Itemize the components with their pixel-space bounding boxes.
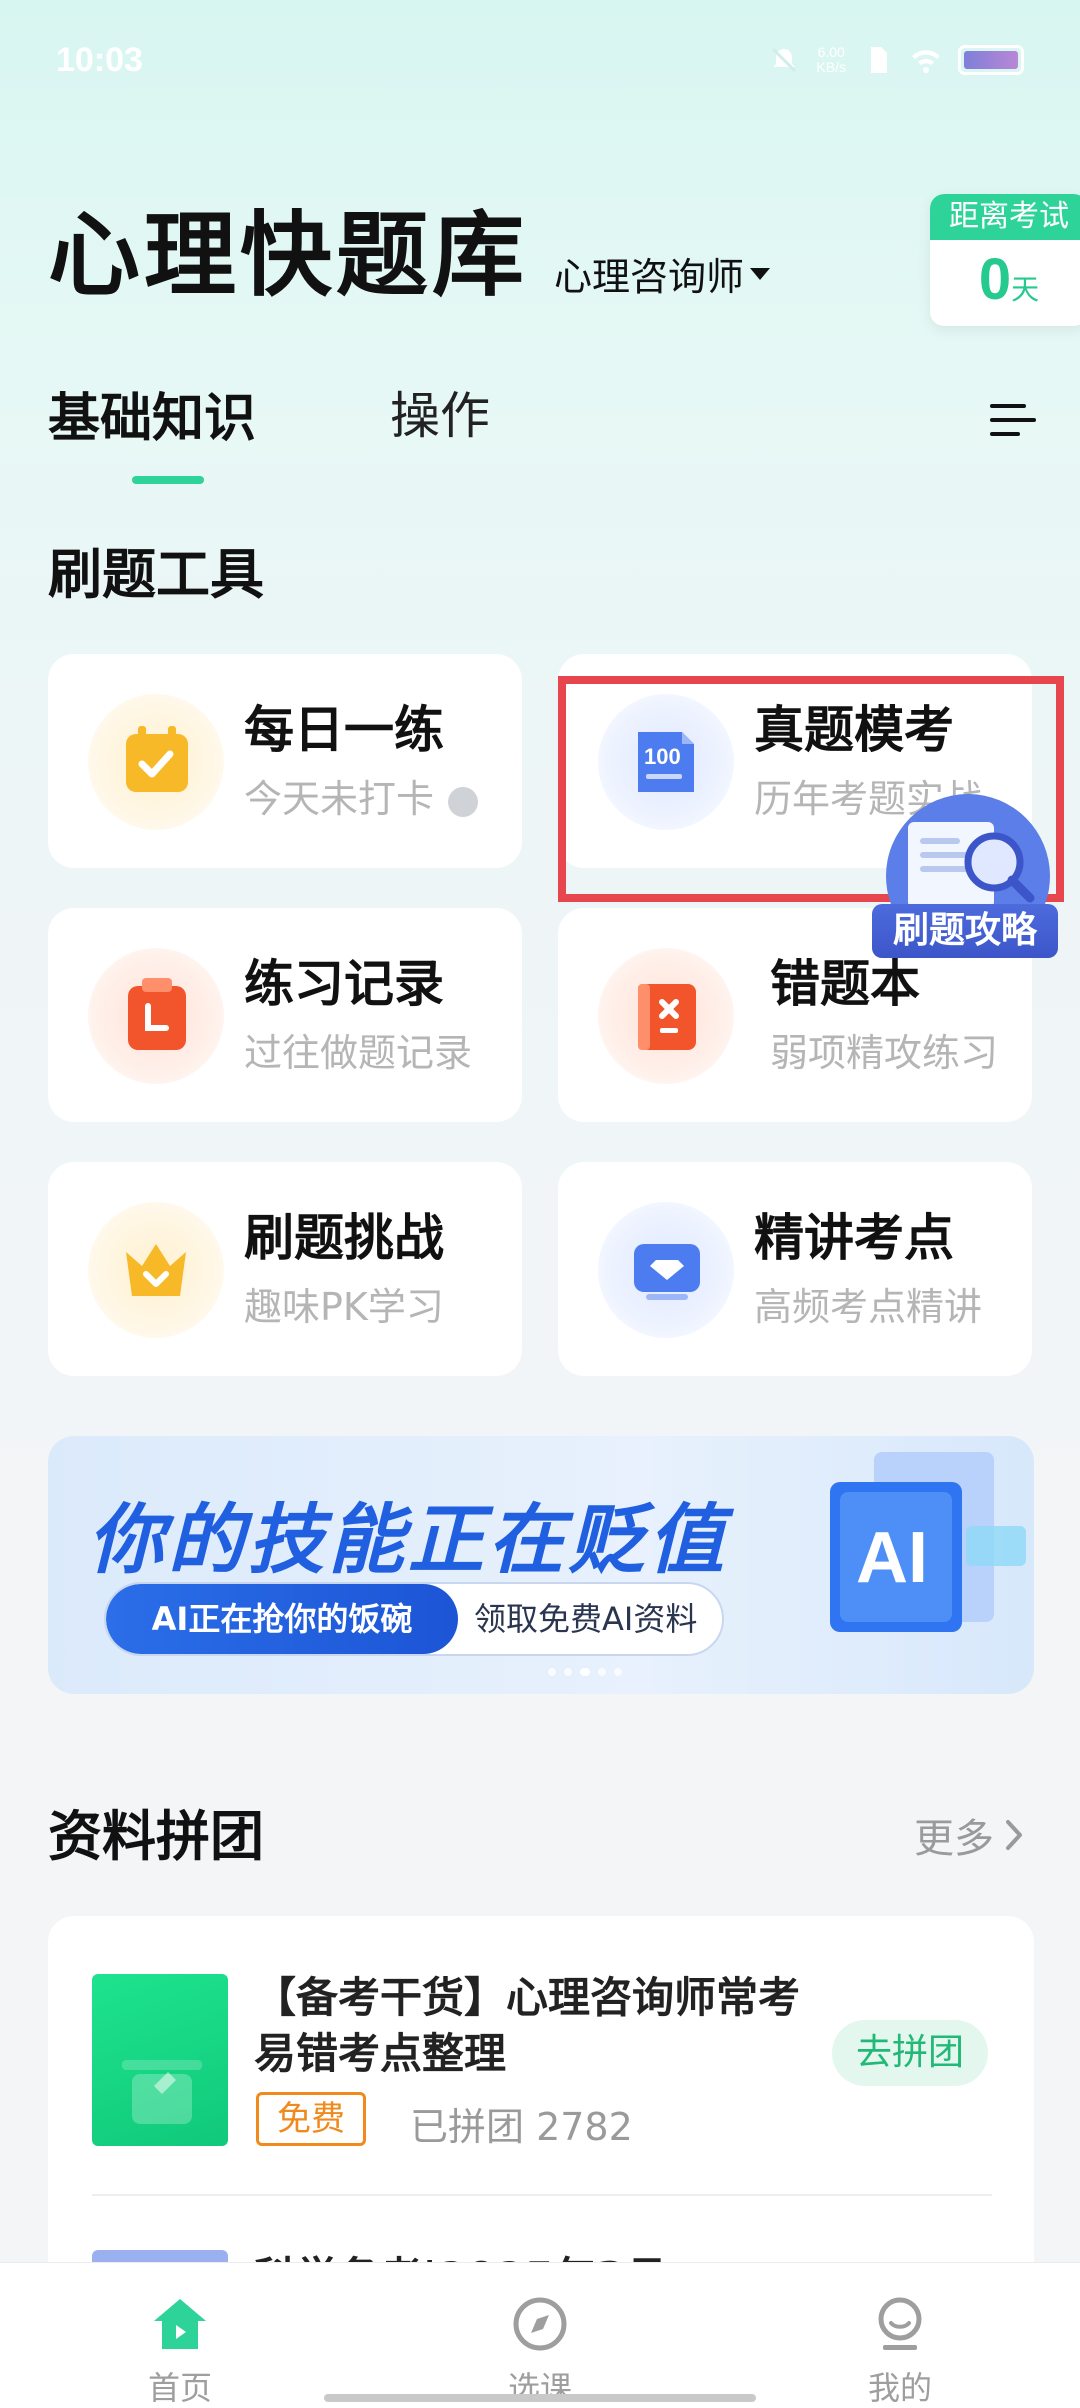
record-icon: [128, 978, 186, 1050]
tool-subtitle: 弱项精攻练习: [770, 1031, 999, 1075]
list-divider: [92, 2194, 992, 2196]
join-group-button[interactable]: 去拼团: [832, 2020, 988, 2086]
tool-icon-bg: [598, 1202, 734, 1338]
ai-cube-art: AI: [830, 1452, 1026, 1632]
material-title[interactable]: 【备考干货】心理咨询师常考易错考点整理: [254, 1970, 814, 2082]
free-tag: 免费: [256, 2092, 366, 2146]
countdown-value: 0天: [930, 246, 1080, 313]
tool-name: 精讲考点: [754, 1209, 954, 1267]
exam-type-label: 心理咨询师: [554, 255, 745, 299]
tool-daily-practice[interactable]: 每日一练 今天未打卡: [48, 654, 522, 868]
countdown-unit: 天: [1011, 273, 1040, 306]
banner-pill[interactable]: AI正在抢你的饭碗 领取免费AI资料: [104, 1582, 724, 1656]
ai-art-text: AI: [856, 1518, 928, 1598]
status-icons: 6.00 KB/s: [768, 44, 1024, 76]
pagination-dot: [598, 1668, 606, 1676]
sad-face-icon: [448, 786, 479, 817]
pagination-dot-active: [580, 1668, 590, 1676]
more-label: 更多: [914, 1816, 994, 1862]
countdown-label: 距离考试: [930, 194, 1080, 240]
tab-operation[interactable]: 操作: [390, 376, 490, 448]
joined-count: 已拼团 2782: [410, 2105, 633, 2149]
dropdown-arrow-icon: [750, 267, 771, 280]
exam-type-selector[interactable]: 心理咨询师: [554, 246, 771, 301]
tool-subtitle: 趣味PK学习: [244, 1285, 444, 1329]
tab-basic-knowledge[interactable]: 基础知识: [48, 376, 256, 451]
tool-quiz-challenge[interactable]: 刷题挑战 趣味PK学习: [48, 1162, 522, 1376]
exam-countdown[interactable]: 距离考试 0天: [930, 194, 1080, 326]
promo-banner[interactable]: AI 你的技能正在贬值 AI正在抢你的饭碗 领取免费AI资料: [48, 1436, 1034, 1694]
tab-course-selection[interactable]: 选课: [460, 2295, 620, 2408]
tool-name: 刷题挑战: [244, 1209, 444, 1267]
tool-icon-bg: [88, 694, 224, 830]
chevron-right-icon: [1006, 1820, 1022, 1850]
home-indicator: [324, 2394, 756, 2402]
net-speed-value: 6.00: [817, 44, 845, 60]
tool-name: 每日一练: [244, 701, 444, 759]
group-buy-header: 资料拼团 更多: [48, 1792, 1034, 1872]
wrong-book-icon: [638, 984, 696, 1050]
net-speed: 6.00 KB/s: [816, 45, 846, 75]
calendar-check-icon: [126, 726, 188, 792]
banner-pagination: [548, 1668, 622, 1676]
wifi-icon: [912, 50, 940, 73]
sim-card-icon: [871, 47, 887, 73]
app-header: 心理快题库 心理咨询师 距离考试 0天: [48, 194, 1080, 326]
group-buy-list: 【备考干货】心理咨询师常考易错考点整理 免费 已拼团 2782 去拼团 科学备考…: [48, 1916, 1034, 2296]
net-speed-unit: KB/s: [816, 59, 846, 75]
quiz-strategy-badge[interactable]: 刷题攻略: [872, 788, 1058, 964]
active-tab-indicator: [132, 476, 204, 484]
tool-name: 练习记录: [244, 955, 444, 1013]
pen-book-icon: [122, 2060, 202, 2124]
battery-level: [964, 51, 1018, 69]
tool-practice-record[interactable]: 练习记录 过往做题记录: [48, 908, 522, 1122]
tab-profile[interactable]: 我的: [820, 2295, 980, 2408]
tool-subtitle-text: 今天未打卡: [244, 777, 435, 821]
menu-icon[interactable]: [988, 398, 1038, 442]
tab-home[interactable]: 首页: [100, 2295, 260, 2408]
tool-subtitle: 今天未打卡: [244, 768, 479, 823]
diamond-screen-icon: [634, 1244, 700, 1300]
bottom-tab-bar: 首页 选课 我的: [0, 2262, 1080, 2408]
mute-bell-icon: [772, 47, 797, 73]
tool-key-points-lecture[interactable]: 精讲考点 高频考点精讲: [558, 1162, 1032, 1376]
subject-tabs: 基础知识 操作: [48, 376, 1038, 486]
tab-profile-label: 我的: [867, 2369, 932, 2407]
banner-pill-right: 领取免费AI资料: [474, 1600, 698, 1638]
compass-icon: [513, 2297, 567, 2351]
tool-icon-bg: [88, 948, 224, 1084]
profile-icon: [878, 2297, 922, 2350]
tool-subtitle: 高频考点精讲: [754, 1285, 983, 1329]
banner-headline: 你的技能正在贬值: [88, 1495, 728, 1584]
countdown-number: 0: [978, 247, 1012, 312]
pagination-dot: [564, 1668, 572, 1676]
group-buy-title: 资料拼团: [48, 1805, 264, 1868]
quiz-strategy-label: 刷题攻略: [872, 904, 1058, 958]
banner-pill-left: AI正在抢你的饭碗: [106, 1584, 458, 1654]
tab-home-label: 首页: [147, 2369, 212, 2407]
pagination-dot: [614, 1668, 622, 1676]
pagination-dot: [548, 1668, 556, 1676]
tool-icon-bg: [598, 948, 734, 1084]
tools-section-title: 刷题工具: [48, 543, 264, 606]
material-thumbnail: [92, 1974, 228, 2146]
more-link[interactable]: 更多: [914, 1806, 1026, 1864]
status-bar: 10:03 6.00 KB/s: [0, 0, 1080, 120]
tool-icon-bg: [88, 1202, 224, 1338]
app-title: 心理快题库: [48, 202, 529, 309]
tool-subtitle: 过往做题记录: [244, 1031, 473, 1075]
status-time: 10:03: [56, 40, 143, 79]
crown-icon: [126, 1244, 186, 1296]
battery-icon: [958, 45, 1024, 75]
home-icon: [154, 2299, 206, 2349]
